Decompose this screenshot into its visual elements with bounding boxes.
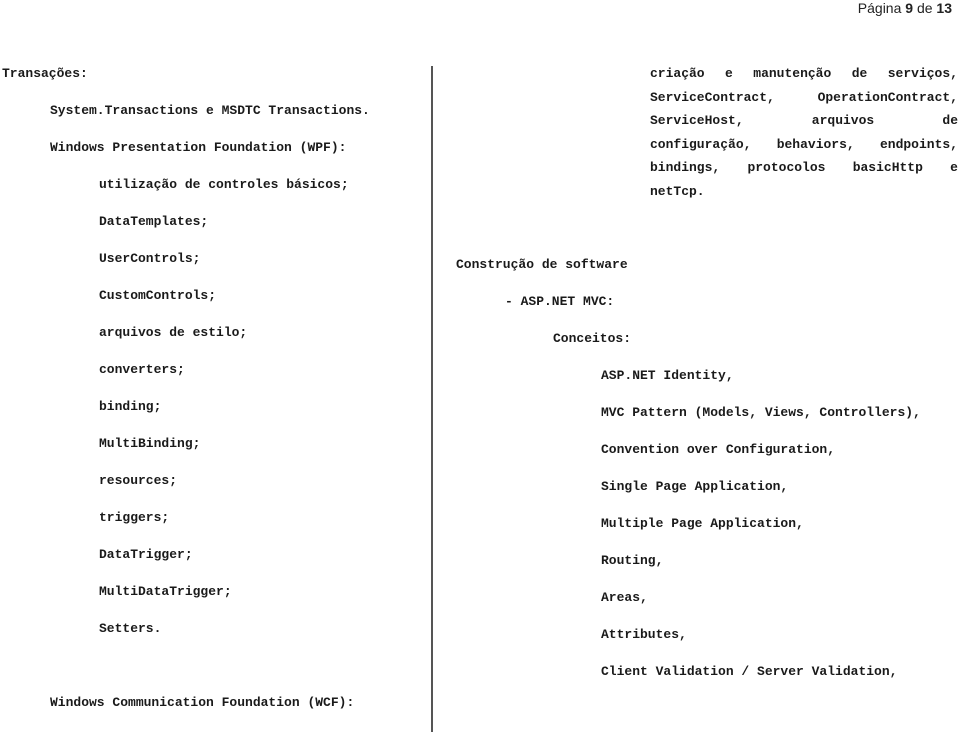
transactions-heading: Transações:	[2, 66, 88, 81]
wpf-item: resources;	[99, 473, 178, 488]
paragraph-word: basicHttp	[852, 160, 923, 175]
wpf-item: UserControls;	[99, 251, 201, 266]
paragraph-word: protocolos	[747, 160, 826, 175]
paragraph-line: bindings, protocolos basicHttp e	[650, 156, 958, 180]
wpf-item: DataTrigger;	[99, 547, 193, 562]
wpf-item: CustomControls;	[99, 288, 217, 303]
concept-item: Client Validation / Server Validation,	[601, 664, 898, 679]
concept-item: Multiple Page Application,	[601, 516, 804, 531]
paragraph-line: ServiceContract, OperationContract,	[650, 86, 958, 110]
wcf-paragraph: criação e manutenção de serviços, ServiceCont…	[650, 62, 958, 203]
construction-heading: Construção de software	[456, 257, 628, 272]
paragraph-word: serviços,	[887, 66, 958, 81]
wpf-item: utilização de controles básicos;	[99, 177, 349, 192]
of-label: de	[916, 0, 933, 16]
paragraph-word: endpoints,	[879, 136, 958, 152]
concept-item: Single Page Application,	[601, 479, 789, 494]
wpf-item: DataTemplates;	[99, 214, 209, 229]
wcf-heading: Windows Communication Foundation (WCF):	[50, 695, 355, 710]
concept-item: Attributes,	[601, 627, 687, 642]
column-divider	[431, 66, 433, 732]
paragraph-word: arquivos	[811, 113, 875, 128]
total-pages: 13	[936, 0, 952, 16]
concept-item: ASP.NET Identity,	[601, 368, 734, 383]
paragraph-word: e	[725, 66, 733, 81]
wpf-heading: Windows Presentation Foundation (WPF):	[50, 140, 347, 155]
paragraph-word: OperationContract,	[817, 89, 958, 105]
paragraph-word: behaviors,	[776, 136, 855, 152]
page-label: Página	[857, 0, 902, 16]
paragraph-word: manutenção	[753, 66, 832, 81]
wpf-item: binding;	[99, 399, 162, 414]
concept-item: Routing,	[601, 553, 664, 568]
paragraph-word: bindings,	[650, 160, 721, 175]
wpf-item: arquivos de estilo;	[99, 325, 248, 340]
paragraph-line: ServiceHost, arquivos de	[650, 109, 958, 133]
paragraph-word: e	[950, 160, 958, 175]
wpf-item: Setters.	[99, 621, 162, 636]
paragraph-word: ServiceHost,	[650, 113, 744, 128]
paragraph-word: criação	[650, 66, 705, 81]
paragraph-line: netTcp.	[650, 180, 958, 204]
concept-item: MVC Pattern (Models, Views, Controllers)…	[601, 405, 921, 420]
paragraph-word: de	[942, 113, 958, 128]
wpf-item: converters;	[99, 362, 185, 377]
paragraph-line: configuração, behaviors, endpoints,	[650, 133, 958, 157]
concepts-heading: Conceitos:	[553, 331, 632, 346]
wpf-item: MultiBinding;	[99, 436, 201, 451]
concept-item: Areas,	[601, 590, 648, 605]
concept-item: Convention over Configuration,	[601, 442, 836, 457]
paragraph-line: criação e manutenção de serviços,	[650, 62, 958, 86]
transactions-item: System.Transactions e MSDTC Transactions…	[50, 103, 370, 118]
wpf-item: MultiDataTrigger;	[99, 584, 232, 599]
aspnet-heading: - ASP.NET MVC:	[505, 294, 615, 309]
paragraph-word: ServiceContract,	[650, 89, 775, 105]
current-page: 9	[905, 0, 914, 16]
paragraph-word: netTcp.	[650, 183, 705, 199]
paragraph-word: configuração,	[650, 136, 752, 152]
wpf-item: triggers;	[99, 510, 170, 525]
paragraph-word: de	[851, 66, 868, 81]
page-number: Página 9 de 13	[858, 0, 952, 16]
